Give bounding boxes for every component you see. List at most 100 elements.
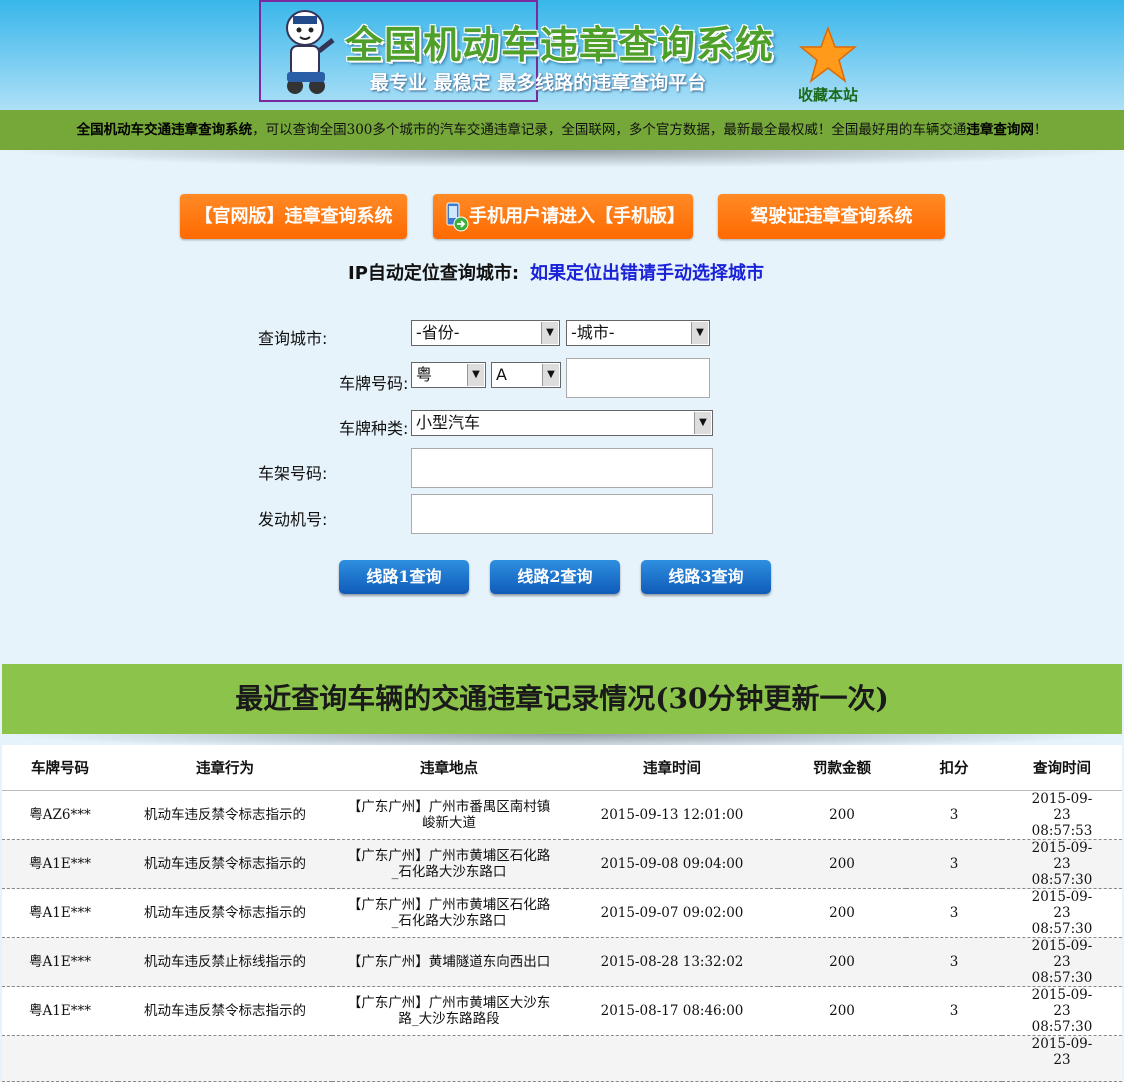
- cell-points: 3: [906, 839, 1002, 889]
- ip-location-label: IP自动定位查询城市:: [348, 263, 520, 284]
- column-header: 违章行为: [118, 745, 332, 791]
- cell-location: 【广东广州】广州市黄埔区石化路_石化路大沙东路口: [332, 839, 566, 889]
- banner-text-end: ！: [1033, 122, 1048, 138]
- police-mascot-icon: [286, 10, 335, 94]
- table-row: 粤A1E*** 机动车违反禁令标志指示的 【广东广州】广州市黄埔区石化路_石化路…: [2, 839, 1122, 889]
- cell-query-time: 2015-09-23 08:57:53: [1002, 790, 1122, 840]
- column-header: 罚款金额: [778, 745, 906, 791]
- cell-time: [566, 1035, 778, 1082]
- column-header: 车牌号码: [2, 745, 118, 791]
- cell-location: 【广东广州】黄埔隧道东向西出口: [332, 937, 566, 987]
- table-row: 粤A1E*** 机动车违反禁令标志指示的 【广东广州】广州市黄埔区大沙东路_大沙…: [2, 986, 1122, 1036]
- cell-plate: 粤AZ6***: [2, 790, 118, 840]
- query-line2-button[interactable]: 线路2查询: [490, 560, 620, 594]
- cell-violation: 机动车违反禁令标志指示的: [118, 888, 332, 938]
- cell-plate: [2, 1035, 118, 1082]
- cell-query-time: 2015-09-23 08:57:30: [1002, 888, 1122, 938]
- cell-location: 【广东广州】广州市黄埔区石化路_石化路大沙东路口: [332, 888, 566, 938]
- cell-fine: 200: [778, 888, 906, 938]
- favorite-link[interactable]: 收藏本站: [798, 84, 858, 105]
- city-label: 查询城市:: [258, 329, 328, 348]
- cell-time: 2015-09-13 12:01:00: [566, 790, 778, 840]
- manual-city-link[interactable]: 如果定位出错请手动选择城市: [530, 259, 764, 285]
- plate-label: 车牌号码:: [339, 374, 409, 393]
- cell-fine: 200: [778, 839, 906, 889]
- table-header-row: 车牌号码 违章行为 违章地点 违章时间 罚款金额 扣分 查询时间: [2, 745, 1122, 791]
- query-line1-button[interactable]: 线路1查询: [339, 560, 469, 594]
- engine-label: 发动机号:: [258, 510, 328, 529]
- city-value: -城市-: [571, 323, 615, 342]
- cell-query-time: 2015-09-23 08:57:30: [1002, 986, 1122, 1036]
- intro-banner: 全国机动车交通违章查询系统，可以查询全国300多个城市的汽车交通违章记录，全国联…: [0, 110, 1124, 150]
- plate-type-label: 车牌种类:: [339, 419, 409, 438]
- site-subtitle: 最专业 最稳定 最多线路的违章查询平台: [370, 72, 707, 94]
- vin-label: 车架号码:: [258, 464, 328, 483]
- cell-plate: 粤A1E***: [2, 937, 118, 987]
- phone-icon: [446, 202, 469, 232]
- cell-query-time: 2015-09-23 08:57:30: [1002, 937, 1122, 987]
- province-select[interactable]: -省份- ▼: [411, 320, 560, 346]
- mobile-button-label: 手机用户请进入【手机版】: [469, 206, 685, 227]
- column-header: 扣分: [906, 745, 1002, 791]
- cell-points: 3: [906, 937, 1002, 987]
- banner-text: ，可以查询全国300多个城市的汽车交通违章记录，全国联网，多个官方数据，最新最全…: [252, 122, 967, 138]
- cell-plate: 粤A1E***: [2, 839, 118, 889]
- banner-bold-site: 违章查询网: [966, 122, 1034, 138]
- banner-shadow: [0, 150, 1124, 168]
- cell-fine: 200: [778, 937, 906, 987]
- plate-prefix-value: 粤: [416, 365, 433, 384]
- cell-time: 2015-08-28 13:32:02: [566, 937, 778, 987]
- records-table: 车牌号码 违章行为 违章地点 违章时间 罚款金额 扣分 查询时间 粤AZ6***…: [2, 745, 1122, 1082]
- plate-letter-value: A: [496, 365, 507, 384]
- license-query-button[interactable]: 驾驶证违章查询系统: [718, 194, 945, 239]
- plate-number-input[interactable]: [566, 358, 710, 398]
- cell-violation: 机动车违反禁令标志指示的: [118, 790, 332, 840]
- cell-location: [332, 1035, 566, 1082]
- cell-fine: [778, 1035, 906, 1082]
- records-title: 最近查询车辆的交通违章记录情况(30分钟更新一次): [2, 664, 1122, 734]
- cell-plate: 粤A1E***: [2, 888, 118, 938]
- cell-points: 3: [906, 888, 1002, 938]
- star-icon[interactable]: [798, 26, 858, 84]
- cell-violation: 机动车违反禁止标线指示的: [118, 937, 332, 987]
- table-row: 2015-09-23: [2, 1035, 1122, 1082]
- cell-time: 2015-09-08 09:04:00: [566, 839, 778, 889]
- cell-points: 3: [906, 986, 1002, 1036]
- chevron-down-icon: ▼: [467, 364, 484, 386]
- city-select[interactable]: -城市- ▼: [566, 320, 710, 346]
- official-version-button[interactable]: 【官网版】违章查询系统: [180, 194, 407, 239]
- chevron-down-icon: ▼: [691, 322, 708, 344]
- query-line3-button[interactable]: 线路3查询: [641, 560, 771, 594]
- column-header: 违章地点: [332, 745, 566, 791]
- plate-type-value: 小型汽车: [416, 413, 481, 432]
- cell-fine: 200: [778, 986, 906, 1036]
- cell-location: 【广东广州】广州市番禺区南村镇峻新大道: [332, 790, 566, 840]
- cell-violation: [118, 1035, 332, 1082]
- cell-points: 3: [906, 790, 1002, 840]
- engine-number-input[interactable]: [411, 494, 713, 534]
- banner-bold-title: 全国机动车交通违章查询系统: [76, 122, 253, 138]
- plate-letter-select[interactable]: A ▼: [491, 362, 561, 388]
- cell-query-time: 2015-09-23: [1002, 1035, 1122, 1082]
- table-row: 粤A1E*** 机动车违反禁止标线指示的 【广东广州】黄埔隧道东向西出口 201…: [2, 937, 1122, 987]
- cell-time: 2015-09-07 09:02:00: [566, 888, 778, 938]
- table-row: 粤AZ6*** 机动车违反禁令标志指示的 【广东广州】广州市番禺区南村镇峻新大道…: [2, 790, 1122, 840]
- chevron-down-icon: ▼: [542, 364, 559, 386]
- cell-violation: 机动车违反禁令标志指示的: [118, 986, 332, 1036]
- cell-query-time: 2015-09-23 08:57:30: [1002, 839, 1122, 889]
- site-title: 全国机动车违章查询系统: [345, 22, 775, 67]
- chevron-down-icon: ▼: [541, 322, 558, 344]
- plate-prefix-select[interactable]: 粤 ▼: [411, 362, 486, 388]
- chevron-down-icon: ▼: [694, 412, 711, 434]
- column-header: 查询时间: [1002, 745, 1122, 791]
- vin-input[interactable]: [411, 448, 713, 488]
- cell-points: [906, 1035, 1002, 1082]
- cell-fine: 200: [778, 790, 906, 840]
- plate-type-select[interactable]: 小型汽车 ▼: [411, 410, 713, 436]
- column-header: 违章时间: [566, 745, 778, 791]
- cell-plate: 粤A1E***: [2, 986, 118, 1036]
- mobile-version-button[interactable]: 手机用户请进入【手机版】: [433, 194, 693, 239]
- cell-location: 【广东广州】广州市黄埔区大沙东路_大沙东路路段: [332, 986, 566, 1036]
- province-value: -省份-: [416, 323, 460, 342]
- cell-time: 2015-08-17 08:46:00: [566, 986, 778, 1036]
